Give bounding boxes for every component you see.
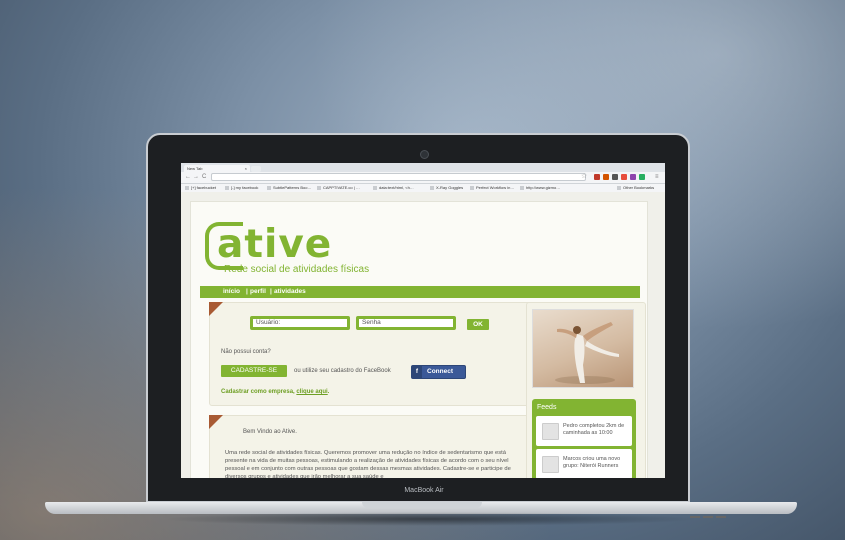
yoga-photo bbox=[532, 309, 634, 388]
browser-toolbar: ← → C ☆ ≡ bbox=[181, 172, 665, 184]
login-panel: Usuário: Senha OK Não possui conta? CADA… bbox=[209, 302, 538, 406]
panel-corner-decoration bbox=[209, 302, 223, 316]
feed-item-text: Marcos criou uma novo grupo: Niterói Run… bbox=[563, 456, 621, 469]
no-account-text: Não possui conta? bbox=[221, 349, 271, 355]
extension-icon[interactable] bbox=[603, 174, 609, 180]
tab-bar: New Tab × bbox=[181, 163, 665, 172]
menu-separator: | bbox=[270, 288, 272, 295]
panel-corner-decoration bbox=[209, 415, 223, 429]
tab-title: New Tab bbox=[187, 166, 203, 171]
back-icon[interactable]: ← bbox=[185, 173, 191, 182]
feeds-panel: Feeds Pedro completou 2km de caminhada a… bbox=[532, 399, 636, 478]
menu-item-inicio[interactable]: início bbox=[223, 286, 240, 298]
feed-item-text: Pedro completou 2km de caminhada as 10:0… bbox=[563, 423, 625, 436]
yoga-figure bbox=[555, 322, 619, 384]
company-signup-link[interactable]: clique aqui bbox=[296, 389, 327, 395]
welcome-title: Bem Vindo ao Ative. bbox=[243, 429, 297, 435]
site-container: ative Rede social de atividades físicas … bbox=[190, 201, 648, 478]
bookmark-icon bbox=[317, 185, 321, 190]
laptop-shadow bbox=[160, 512, 700, 526]
extension-icon[interactable] bbox=[639, 174, 645, 180]
folder-icon bbox=[617, 185, 621, 190]
site-tagline: Rede social de atividades físicas bbox=[224, 264, 370, 275]
facebook-icon: f bbox=[412, 366, 422, 378]
bookmark-icon bbox=[470, 185, 474, 190]
bookmark-icon bbox=[225, 185, 229, 190]
bookmark-icon bbox=[430, 185, 434, 190]
signup-button[interactable]: CADASTRE-SE bbox=[221, 365, 287, 377]
facebook-connect-label: Connect bbox=[427, 368, 453, 375]
site-logo[interactable]: ative bbox=[217, 224, 332, 266]
bookmark-item-other[interactable]: Other Bookmarks bbox=[617, 185, 654, 191]
feeds-title: Feeds bbox=[537, 404, 557, 411]
password-input[interactable]: Senha bbox=[356, 316, 456, 330]
ok-button[interactable]: OK bbox=[467, 319, 489, 330]
extension-icon[interactable] bbox=[612, 174, 618, 180]
bookmark-item[interactable]: CAPPTIVATE.co | … bbox=[317, 185, 360, 191]
welcome-panel: Bem Vindo ao Ative. Uma rede social de a… bbox=[209, 415, 538, 478]
bookmark-item[interactable]: [-] my facebook bbox=[225, 185, 258, 191]
laptop-ports bbox=[690, 505, 730, 518]
menu-separator: | bbox=[246, 288, 248, 295]
browser-window: New Tab × ← → C ☆ ≡ [+] facebucket [-] m… bbox=[181, 163, 665, 478]
feed-item[interactable]: Marcos criou uma novo grupo: Niterói Run… bbox=[536, 449, 632, 478]
bookmark-item[interactable]: SubtlePatterns Boo… bbox=[267, 185, 311, 191]
bookmark-icon bbox=[373, 185, 377, 190]
web-page: ative Rede social de atividades físicas … bbox=[181, 192, 665, 478]
camera bbox=[420, 150, 429, 159]
address-bar[interactable] bbox=[211, 173, 586, 181]
avatar bbox=[542, 423, 559, 440]
extension-icon[interactable] bbox=[630, 174, 636, 180]
bookmark-star-icon[interactable]: ☆ bbox=[581, 172, 587, 181]
bookmark-item[interactable]: [+] facebucket bbox=[185, 185, 216, 191]
extension-icon[interactable] bbox=[621, 174, 627, 180]
extension-icon[interactable] bbox=[594, 174, 600, 180]
reload-icon[interactable]: C bbox=[202, 173, 206, 182]
username-input[interactable]: Usuário: bbox=[250, 316, 350, 330]
bookmark-icon bbox=[267, 185, 271, 190]
menu-item-atividades[interactable]: atividades bbox=[274, 286, 306, 298]
bookmark-icon bbox=[185, 185, 189, 190]
bookmark-item[interactable]: Perfect Workflow in… bbox=[470, 185, 514, 191]
menu-item-perfil[interactable]: perfil bbox=[250, 286, 266, 298]
welcome-body: Uma rede social de atividades físicas. Q… bbox=[225, 450, 511, 478]
bookmark-item[interactable]: http://www.gizmo… bbox=[520, 185, 560, 191]
main-menu: início | perfil | atividades bbox=[200, 286, 640, 298]
laptop-notch bbox=[362, 502, 482, 508]
forward-icon[interactable]: → bbox=[193, 173, 199, 182]
avatar bbox=[542, 456, 559, 473]
feed-item[interactable]: Pedro completou 2km de caminhada as 10:0… bbox=[536, 416, 632, 446]
tab-close-icon[interactable]: × bbox=[245, 165, 247, 172]
browser-tab[interactable]: New Tab × bbox=[184, 165, 250, 172]
device-label: MacBook Air bbox=[404, 487, 444, 494]
bookmark-item[interactable]: data:text/html, <h… bbox=[373, 185, 414, 191]
company-signup-text: Cadastrar como empresa, clique aqui. bbox=[221, 389, 330, 395]
bookmark-item[interactable]: X-Ray Goggles bbox=[430, 185, 463, 191]
bookmark-icon bbox=[520, 185, 524, 190]
facebook-option-text: ou utilize seu cadastro do FaceBook bbox=[294, 368, 391, 374]
menu-icon[interactable]: ≡ bbox=[655, 173, 659, 182]
facebook-connect-button[interactable]: f Connect bbox=[411, 365, 466, 379]
